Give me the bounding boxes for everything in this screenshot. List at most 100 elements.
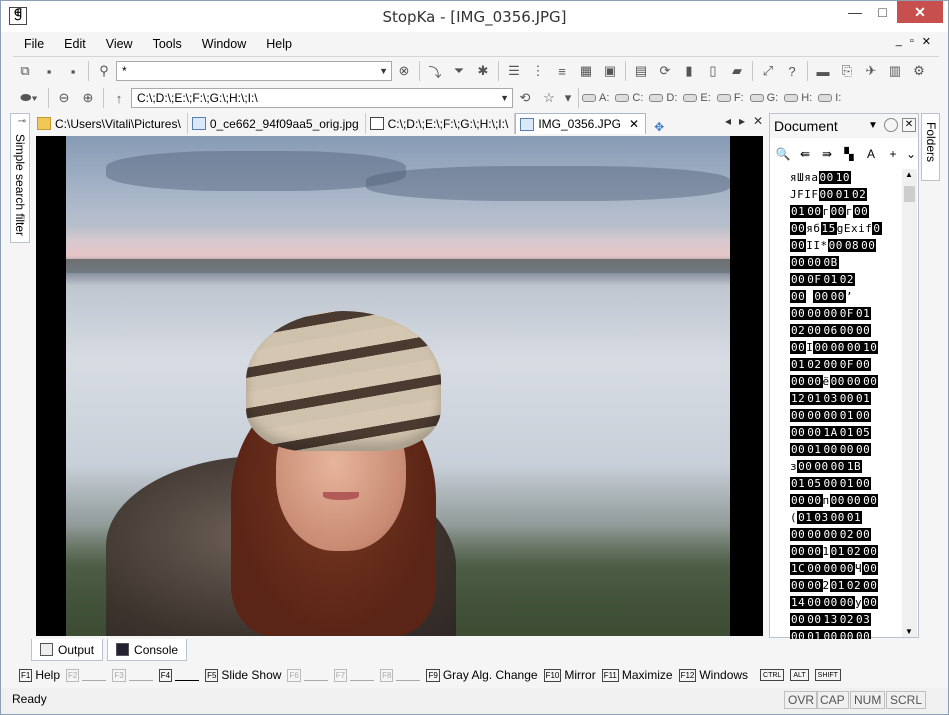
hex-row[interactable]: 00 01 00 00 00 (790, 628, 902, 639)
image-viewer[interactable] (36, 136, 763, 636)
hex-row[interactable]: JFIF00 01 02 (790, 186, 902, 203)
tab-img-0356[interactable]: IMG_0356.JPG ✕ (515, 113, 647, 134)
font-icon[interactable]: A (862, 145, 880, 163)
hex-row[interactable]: 00I00 00 00 10 (790, 339, 902, 356)
console-icon[interactable]: ▰ (727, 61, 747, 81)
asterisk-icon[interactable]: ✱ (473, 61, 493, 81)
vertical-scrollbar[interactable]: ▲ ▼ (902, 169, 917, 637)
menu-help[interactable]: Help (255, 37, 301, 51)
scroll-right-icon[interactable]: ▸ (739, 114, 745, 128)
thumbnail-view-icon[interactable]: ▣ (600, 61, 620, 81)
menu-view[interactable]: View (95, 37, 142, 51)
mdi-restore-button[interactable]: ▫ (910, 35, 914, 48)
fkey-f1[interactable]: F1 Help (19, 668, 60, 682)
properties-icon[interactable]: ⚙ (909, 61, 929, 81)
hex-row[interactable]: 00 00201 02 00 (790, 577, 902, 594)
next-icon[interactable]: ⇛ (818, 145, 836, 163)
tab-drives[interactable]: C:\;D:\;E:\;F:\;G:\;H:\;I:\ (366, 113, 516, 134)
drive-i[interactable]: I: (818, 92, 841, 104)
path-combo[interactable]: C:\;D:\;E:\;F:\;G:\;H:\;I:\ ▼ (131, 88, 513, 108)
hex-row[interactable]: 12 01 03 00 01 (790, 390, 902, 407)
hex-row[interactable]: (01 03 00 01 (790, 509, 902, 526)
chevron-down-icon[interactable]: ▼ (868, 114, 878, 138)
favorites-icon[interactable]: ☆ (539, 88, 559, 108)
hex-row[interactable]: яШяа00 10 (790, 169, 902, 186)
drive-h[interactable]: H: (784, 92, 812, 104)
hex-row[interactable]: 00 00 00 01 00 (790, 407, 902, 424)
hex-row[interactable]: 1C 00 00 00Ч00 (790, 560, 902, 577)
hex-row[interactable]: 01 02 00 0F 00 (790, 356, 902, 373)
fkey-f4[interactable]: F4 (158, 668, 200, 682)
minimize-button[interactable]: — (841, 1, 869, 23)
help-icon[interactable]: ? (782, 61, 802, 81)
hex-row[interactable]: 00яб15gExif0 (790, 220, 902, 237)
hex-row[interactable]: 00 00п00 00 00 (790, 492, 902, 509)
hex-row[interactable]: 00 00101 02 00 (790, 543, 902, 560)
fkey-f11[interactable]: F11 Maximize (601, 668, 673, 682)
save-icon[interactable]: ▪ (39, 61, 59, 81)
drive-f[interactable]: F: (716, 92, 744, 104)
fullscreen-icon[interactable]: ⤢ (758, 61, 778, 81)
close-tab-icon[interactable]: ✕ (629, 117, 639, 131)
hex-row[interactable]: 00 01 00 00 00 (790, 441, 902, 458)
chevron-down-icon[interactable]: ▼ (379, 62, 388, 80)
fkey-f9[interactable]: F9 Gray Alg. Change (426, 668, 538, 682)
new-tab-icon[interactable]: ✥ (654, 120, 664, 134)
mdi-close-button[interactable]: ✕ (922, 35, 931, 48)
command-line-icon[interactable]: ▬ (813, 61, 833, 81)
zoom-icon[interactable]: 🔍 (774, 145, 792, 163)
tab-output[interactable]: Output (31, 639, 104, 661)
save-all-icon[interactable]: ▪ (63, 61, 83, 81)
fkey-f12[interactable]: F12 Windows (678, 668, 748, 682)
scrollbar-thumb[interactable] (904, 186, 915, 202)
color-palette-icon[interactable]: ▚ (840, 145, 858, 163)
mdi-minimize-button[interactable]: _ (896, 35, 902, 48)
scroll-down-icon[interactable]: ▼ (905, 627, 913, 636)
hex-row[interactable]: 00 0F 01 02 (790, 271, 902, 288)
hex-dump-list[interactable]: яШяа00 10 JFIF00 01 02 01 00г00г00 00яб15gExif0… (790, 169, 902, 639)
sort-icon[interactable]: ⤵ (425, 61, 445, 81)
filter-combo[interactable]: * ▼ (116, 61, 392, 81)
fkey-f10[interactable]: F10 Mirror (543, 668, 596, 682)
hex-row[interactable]: з00 00 00 1B (790, 458, 902, 475)
scroll-up-icon[interactable]: ▲ (905, 170, 913, 179)
pin-icon[interactable] (884, 118, 898, 132)
menu-window[interactable]: Window (191, 37, 255, 51)
up-folder-icon[interactable]: ↑ (109, 88, 129, 108)
copy-icon[interactable]: ⎘ (837, 61, 857, 81)
maximize-button[interactable]: □ (869, 1, 896, 23)
drive-a[interactable]: A: (582, 92, 609, 104)
tab-pictures-folder[interactable]: C:\Users\Vitali\Pictures\ (33, 113, 188, 134)
drive-e[interactable]: E: (683, 92, 711, 104)
alt-key[interactable]: ALT (790, 669, 809, 681)
hex-row[interactable]: 00 00 0B (790, 254, 902, 271)
funnel-icon[interactable]: ⏷ (449, 61, 469, 81)
grid-view-icon[interactable]: ▦ (576, 61, 596, 81)
close-panel-icon[interactable]: ✕ (902, 118, 916, 132)
shift-key[interactable]: SHIFT (814, 669, 841, 681)
book-icon[interactable]: ▥ (885, 61, 905, 81)
drive-g[interactable]: G: (749, 92, 778, 104)
menu-file[interactable]: File (13, 37, 53, 51)
chevron-down-icon[interactable]: ▼ (500, 89, 509, 107)
forward-icon[interactable]: ⊕ (78, 88, 98, 108)
new-window-icon[interactable]: ⧉ (15, 61, 35, 81)
page-icon[interactable]: ▯ (703, 61, 723, 81)
hex-row[interactable]: 00 00 00’ (790, 288, 902, 305)
title-bar[interactable]: ꁅ StopKa - [IMG_0356.JPG] — □ ✕ (1, 1, 948, 32)
hex-row[interactable]: 00 00 00 0F 01 (790, 305, 902, 322)
hex-row[interactable]: 01 05 00 01 00 (790, 475, 902, 492)
hex-row[interactable]: 00 00ё00 00 00 (790, 373, 902, 390)
clear-filter-icon[interactable]: ⊗ (394, 61, 414, 81)
tree-view-icon[interactable]: ⋮ (528, 61, 548, 81)
list-view-icon[interactable]: ☰ (504, 61, 524, 81)
close-active-tab-icon[interactable]: ✕ (753, 114, 763, 128)
drive-menu-icon[interactable]: ⬬▾ (15, 88, 43, 108)
tab-console[interactable]: Console (107, 639, 188, 661)
drive-d[interactable]: D: (649, 92, 677, 104)
favorites-dropdown-icon[interactable]: ▾ (563, 88, 573, 108)
hex-row[interactable]: 00 00 00 02 00 (790, 526, 902, 543)
prev-icon[interactable]: ⇚ (796, 145, 814, 163)
ctrl-key[interactable]: CTRL (760, 669, 785, 681)
find-files-icon[interactable]: ⚲ (94, 61, 114, 81)
